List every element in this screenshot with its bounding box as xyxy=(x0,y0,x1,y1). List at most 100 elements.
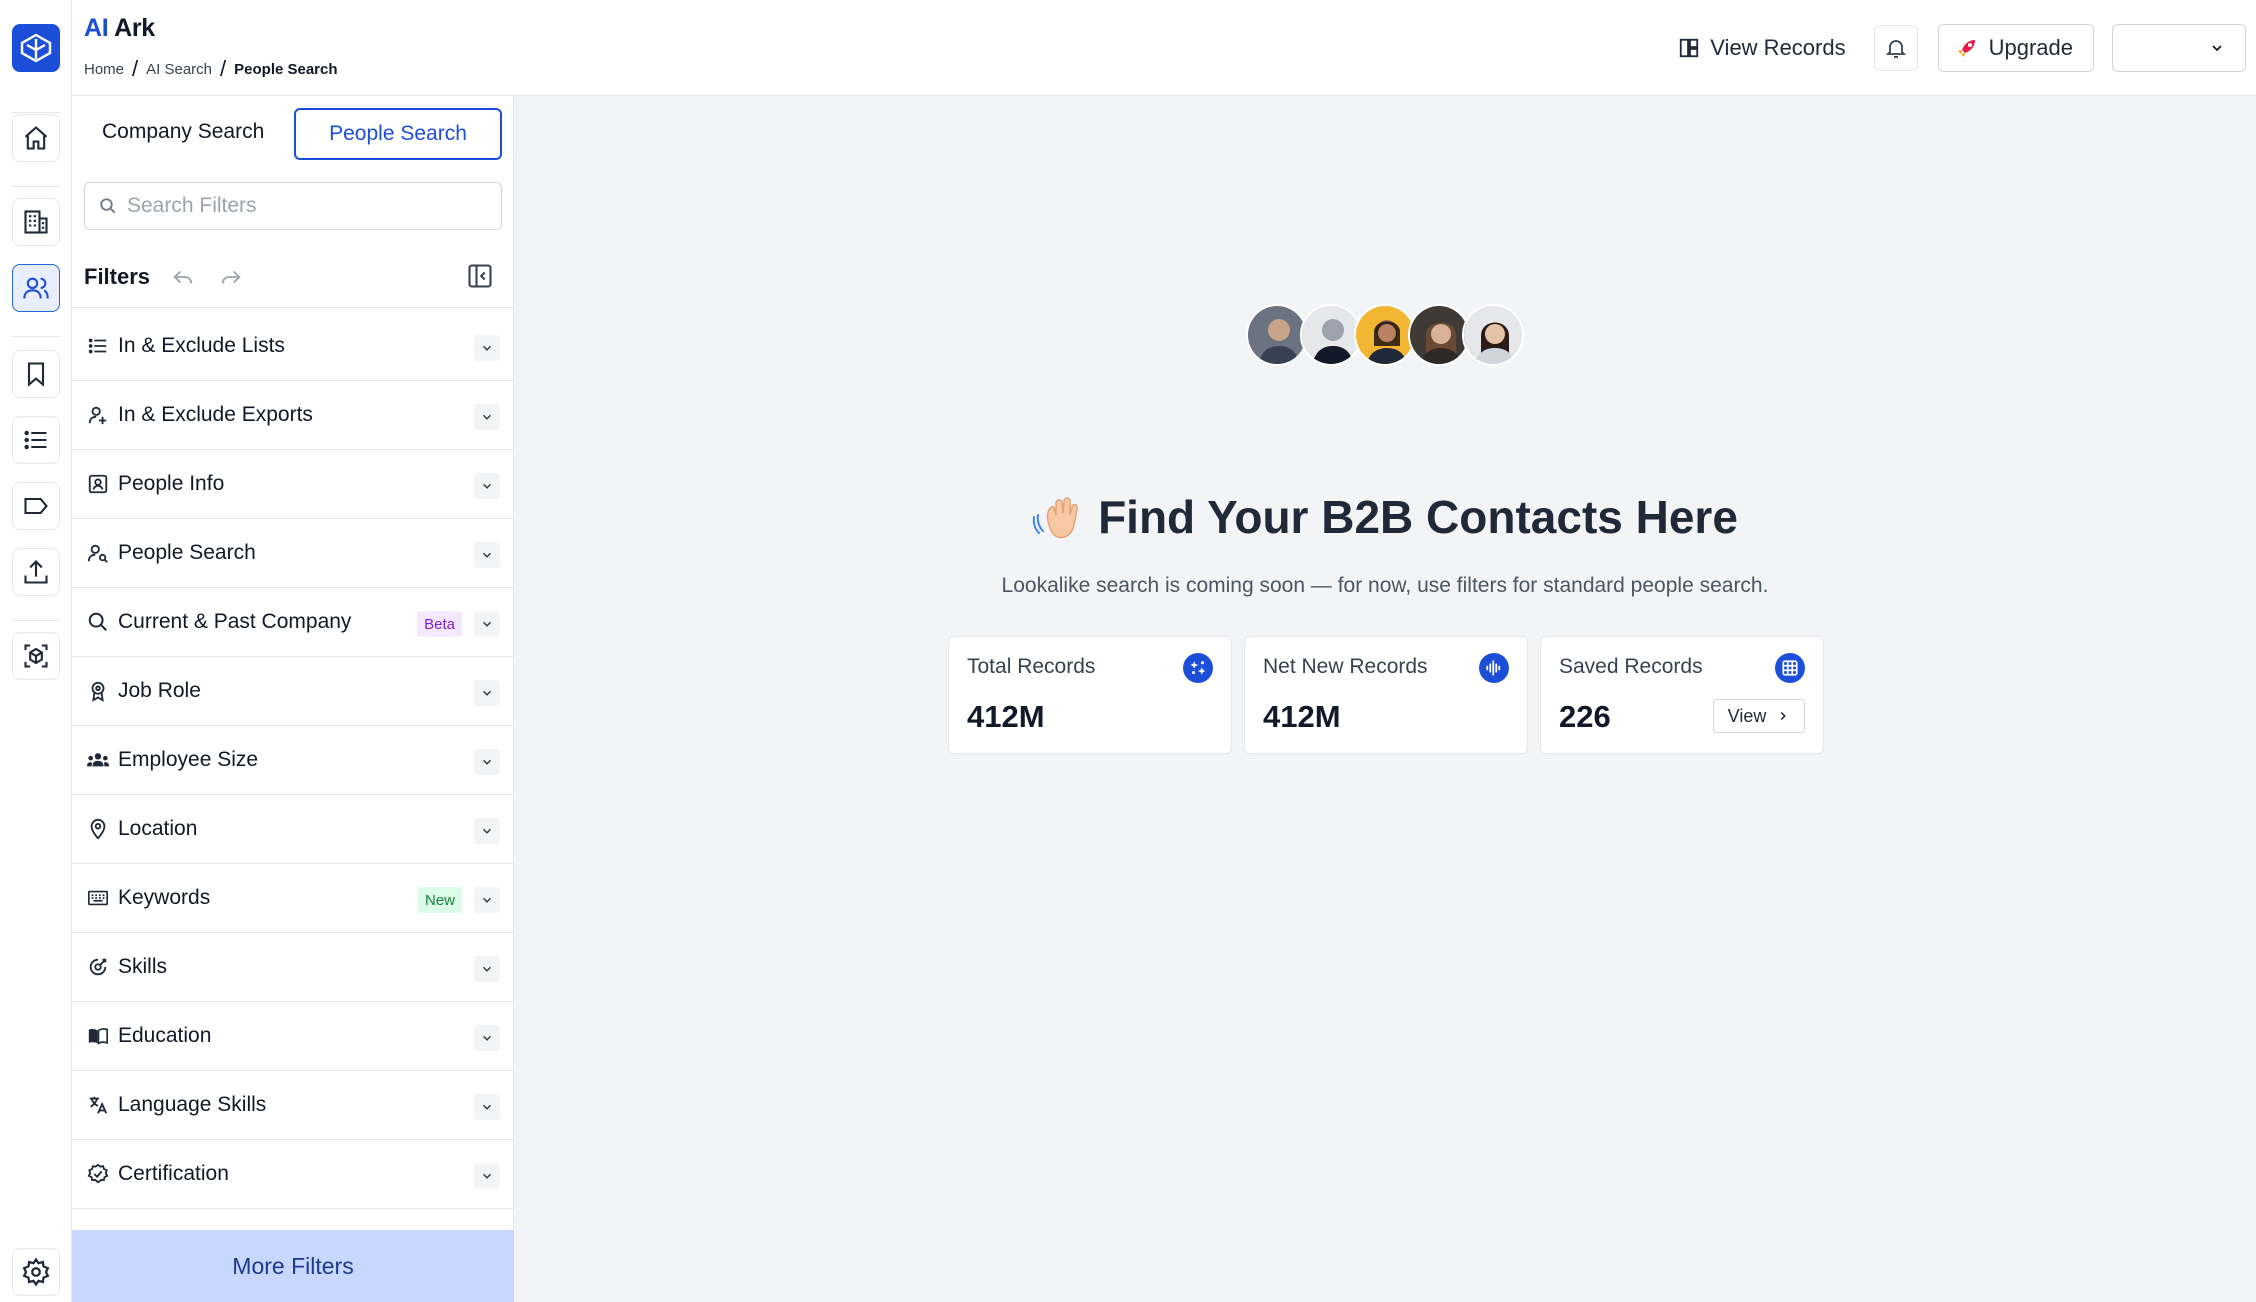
card-label: Net New Records xyxy=(1263,655,1428,678)
people-search-button[interactable] xyxy=(12,264,60,312)
audio-wave-icon xyxy=(1479,653,1509,683)
gear-icon xyxy=(22,1257,50,1287)
chevron-right-icon xyxy=(1781,711,1787,721)
breadcrumb-ai-search[interactable]: AI Search xyxy=(146,61,212,78)
upgrade-button[interactable]: Upgrade xyxy=(1937,24,2094,72)
filter-search-input[interactable] xyxy=(127,194,487,218)
home-button[interactable] xyxy=(12,114,60,162)
user-plus-icon xyxy=(86,403,110,427)
chevron-down-icon[interactable] xyxy=(474,749,500,775)
chevron-down-icon[interactable] xyxy=(474,1094,500,1120)
filter-row-job-role[interactable]: Job Role xyxy=(72,657,514,726)
more-filters-button[interactable]: More Filters xyxy=(72,1230,514,1302)
filter-label: Keywords xyxy=(118,886,211,909)
beta-badge: Beta xyxy=(417,611,462,637)
filter-row-language-skills[interactable]: Language Skills xyxy=(72,1071,514,1140)
tab-people-search[interactable]: People Search xyxy=(294,108,502,160)
filter-row-employee-size[interactable]: Employee Size xyxy=(72,726,514,795)
cube-scan-icon xyxy=(24,644,48,668)
chevron-down-icon[interactable] xyxy=(474,818,500,844)
app-logo-icon[interactable] xyxy=(12,24,60,72)
columns-icon xyxy=(1680,38,1699,58)
ai-button[interactable] xyxy=(12,632,60,680)
redo-icon xyxy=(221,270,241,284)
collapse-sidebar-button[interactable] xyxy=(466,262,494,290)
translate-icon xyxy=(86,1093,110,1117)
chevron-down-icon[interactable] xyxy=(474,335,500,361)
lists-button[interactable] xyxy=(12,416,60,464)
filter-label: Language Skills xyxy=(118,1093,267,1116)
tab-company-search[interactable]: Company Search xyxy=(102,120,264,144)
view-records-button[interactable]: View Records xyxy=(1678,35,1846,61)
view-label: View xyxy=(1727,705,1767,726)
chevron-down-icon[interactable] xyxy=(474,887,500,913)
breadcrumb-separator: / xyxy=(132,56,139,81)
chevron-down-icon[interactable] xyxy=(474,956,500,982)
new-badge: New xyxy=(417,887,462,913)
chevron-down-icon[interactable] xyxy=(474,542,500,568)
filter-row-in-exclude-lists[interactable]: In & Exclude Lists xyxy=(72,312,514,381)
rocket-icon xyxy=(1957,40,1975,57)
filter-label: Education xyxy=(118,1024,212,1047)
filter-row-in-exclude-exports[interactable]: In & Exclude Exports xyxy=(72,381,514,450)
bell-icon xyxy=(1885,40,1906,58)
tags-button[interactable] xyxy=(12,482,60,530)
exports-button[interactable] xyxy=(12,548,60,596)
list-icon xyxy=(86,334,110,358)
top-header: AI Ark Home / AI Search / People Search … xyxy=(72,0,2256,96)
undo-button[interactable] xyxy=(172,266,194,288)
breadcrumb-current: People Search xyxy=(234,60,338,78)
chevron-down-icon[interactable] xyxy=(474,404,500,430)
home-icon xyxy=(24,126,48,150)
rail-divider xyxy=(12,336,60,337)
brand-logo[interactable]: AI Ark xyxy=(84,14,155,43)
chevron-down-icon[interactable] xyxy=(474,473,500,499)
bookmark-icon xyxy=(27,362,45,387)
chevron-down-icon[interactable] xyxy=(474,1025,500,1051)
filter-row-keywords[interactable]: Keywords New xyxy=(72,864,514,933)
company-search-button[interactable] xyxy=(12,198,60,246)
header-actions: View Records Upgrade xyxy=(1678,24,2246,72)
brand-ai: AI xyxy=(84,14,109,42)
filter-label: Location xyxy=(118,817,198,840)
filter-list: In & Exclude Lists In & Exclude Exports … xyxy=(72,312,514,1209)
certificate-icon xyxy=(86,1162,110,1186)
filter-row-education[interactable]: Education xyxy=(72,1002,514,1071)
saved-button[interactable] xyxy=(12,350,60,398)
rail-divider xyxy=(12,186,60,187)
filter-row-skills[interactable]: Skills xyxy=(72,933,514,1002)
avatar xyxy=(1408,304,1470,366)
filter-row-current-past-company[interactable]: Current & Past Company Beta xyxy=(72,588,514,657)
rail-divider xyxy=(12,112,60,113)
filter-search-box[interactable] xyxy=(84,182,502,230)
settings-button[interactable] xyxy=(12,1248,60,1296)
chevron-down-icon[interactable] xyxy=(474,611,500,637)
filter-row-people-info[interactable]: People Info xyxy=(72,450,514,519)
filter-row-certification[interactable]: Certification xyxy=(72,1140,514,1209)
main-content: Find Your B2B Contacts Here Lookalike se… xyxy=(514,96,2256,1302)
filter-label: People Search xyxy=(118,541,256,564)
sparkle-icon xyxy=(1183,653,1213,683)
avatar xyxy=(1354,304,1416,366)
breadcrumb-home[interactable]: Home xyxy=(84,61,124,78)
search-icon xyxy=(86,610,110,634)
filter-row-people-search[interactable]: People Search xyxy=(72,519,514,588)
chevron-down-icon[interactable] xyxy=(474,680,500,706)
id-card-icon xyxy=(86,472,110,496)
left-rail xyxy=(0,0,72,1302)
rail-divider xyxy=(12,620,60,621)
breadcrumb: Home / AI Search / People Search xyxy=(84,56,338,82)
search-icon xyxy=(100,198,116,214)
card-label: Total Records xyxy=(967,655,1096,678)
account-dropdown[interactable] xyxy=(2112,24,2246,72)
map-pin-icon xyxy=(86,817,110,841)
view-saved-button[interactable]: View xyxy=(1713,699,1805,733)
filter-label: Certification xyxy=(118,1162,229,1185)
card-value: 412M xyxy=(967,699,1045,734)
redo-button[interactable] xyxy=(220,266,242,288)
building-icon xyxy=(24,210,48,234)
filter-row-location[interactable]: Location xyxy=(72,795,514,864)
undo-icon xyxy=(173,270,193,284)
notifications-button[interactable] xyxy=(1873,25,1918,71)
chevron-down-icon[interactable] xyxy=(474,1163,500,1189)
